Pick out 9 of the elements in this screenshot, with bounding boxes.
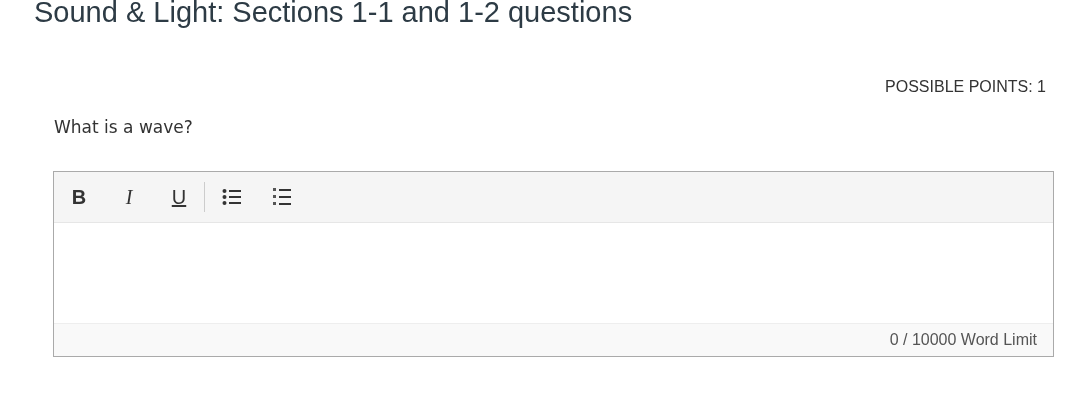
- question-text: What is a wave?: [54, 117, 194, 137]
- italic-button[interactable]: I: [112, 180, 146, 214]
- bullet-list-icon: [222, 188, 242, 206]
- underline-button[interactable]: U: [162, 180, 196, 214]
- word-count: 0 / 10000 Word Limit: [889, 331, 1037, 349]
- bold-button[interactable]: B: [62, 180, 96, 214]
- numbered-list-icon: [272, 187, 292, 207]
- page-title: Sound & Light: Sections 1-1 and 1-2 questions: [34, 0, 634, 26]
- possible-points: POSSIBLE POINTS: 1: [885, 78, 1046, 96]
